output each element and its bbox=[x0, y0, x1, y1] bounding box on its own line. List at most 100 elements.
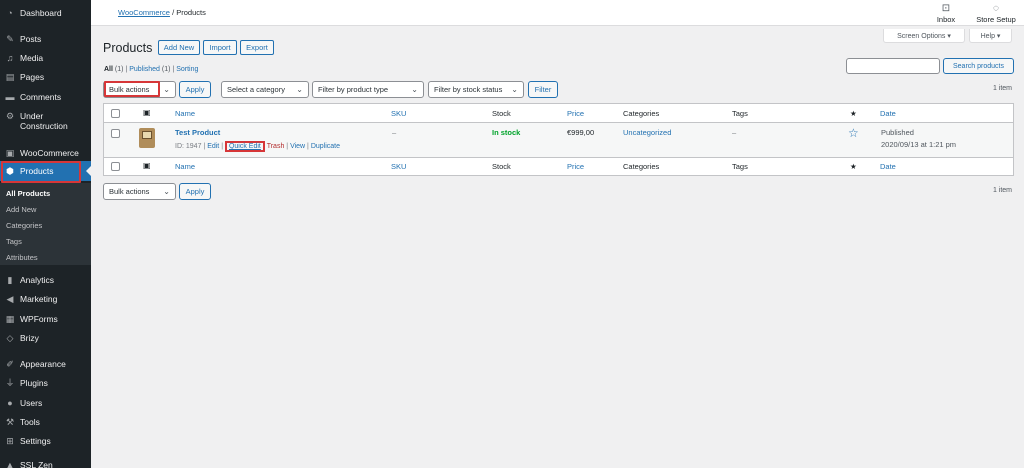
chevron-down-icon: ⌄ bbox=[511, 85, 518, 94]
bulk-actions-select-bottom[interactable]: Bulk actions ⌄ bbox=[103, 183, 176, 200]
sidebar-item-marketing[interactable]: ◀ Marketing bbox=[0, 294, 91, 304]
dashboard-icon: ◔ bbox=[7, 8, 13, 18]
screen-options-button[interactable]: Screen Options ▾ bbox=[883, 29, 965, 43]
stock-status-filter-select[interactable]: Filter by stock status ⌄ bbox=[428, 81, 524, 98]
column-price[interactable]: Price bbox=[567, 109, 584, 118]
megaphone-icon: ◀ bbox=[6, 294, 14, 304]
submenu-attributes[interactable]: Attributes bbox=[6, 253, 38, 262]
filter-button[interactable]: Filter bbox=[528, 81, 558, 98]
image-column-icon: ▣ bbox=[143, 161, 151, 170]
price-value: €999,00 bbox=[567, 128, 595, 137]
select-all-checkbox[interactable] bbox=[111, 109, 120, 118]
view-published-link[interactable]: Published (1) bbox=[129, 66, 170, 73]
sku-value: – bbox=[392, 128, 397, 137]
column-name[interactable]: Name bbox=[175, 162, 195, 171]
column-stock: Stock bbox=[492, 109, 511, 118]
chevron-down-icon: ⌄ bbox=[411, 85, 418, 94]
sidebar-item-brizy[interactable]: ◇ Brizy bbox=[0, 333, 91, 343]
table-footer-row: ▣ Name SKU Stock Price Categories Tags ★… bbox=[104, 157, 1013, 175]
sidebar-item-tools[interactable]: ⚒ Tools bbox=[0, 417, 91, 427]
brizy-icon: ◇ bbox=[6, 333, 14, 343]
sidebar-item-woocommerce[interactable]: ▣ WooCommerce bbox=[0, 148, 91, 158]
plug-icon: ⏚ bbox=[5, 378, 15, 388]
products-highlight bbox=[1, 161, 81, 183]
search-products-button[interactable]: Search products bbox=[943, 58, 1014, 74]
sidebar-item-plugins[interactable]: ⏚ Plugins bbox=[0, 378, 91, 388]
column-date[interactable]: Date bbox=[880, 109, 896, 118]
export-button[interactable]: Export bbox=[240, 40, 274, 55]
featured-star-icon[interactable]: ☆ bbox=[848, 126, 859, 140]
column-tags: Tags bbox=[732, 162, 748, 171]
sidebar-item-analytics[interactable]: ▮ Analytics bbox=[0, 275, 91, 285]
sidebar-item-comments[interactable]: ▬ Comments bbox=[0, 92, 91, 102]
column-sku[interactable]: SKU bbox=[391, 109, 406, 118]
column-price[interactable]: Price bbox=[567, 162, 584, 171]
woocommerce-header: WooCommerce / Products ⊡ Inbox ◌ Store S… bbox=[91, 0, 1024, 26]
date-value: 2020/09/13 at 1:21 pm bbox=[881, 140, 957, 149]
category-filter-select[interactable]: Select a category ⌄ bbox=[221, 81, 309, 98]
inbox-button[interactable]: ⊡ Inbox bbox=[935, 3, 957, 24]
brush-icon: ✐ bbox=[6, 359, 14, 369]
inbox-icon: ⊡ bbox=[941, 3, 951, 14]
store-setup-button[interactable]: ◌ Store Setup bbox=[973, 3, 1019, 24]
sidebar-item-dashboard[interactable]: ◔ Dashboard bbox=[0, 8, 91, 18]
trash-link[interactable]: Trash bbox=[267, 143, 285, 150]
date-status: Published bbox=[881, 128, 914, 137]
media-icon: ♫ bbox=[6, 53, 14, 63]
product-thumbnail[interactable] bbox=[139, 128, 155, 148]
sidebar-item-users[interactable]: ● Users bbox=[0, 398, 91, 408]
sidebar-item-pages[interactable]: ▤ Pages bbox=[0, 72, 91, 82]
admin-sidebar: ◔ Dashboard ✎ Posts ♫ Media ▤ Pages ▬ Co… bbox=[0, 0, 91, 468]
pages-icon: ▤ bbox=[5, 72, 15, 82]
column-name[interactable]: Name bbox=[175, 109, 195, 118]
sidebar-item-ssl-zen[interactable]: ▲ SSL Zen bbox=[0, 460, 91, 468]
search-input[interactable] bbox=[846, 58, 940, 74]
wrench-icon: ⚒ bbox=[5, 417, 15, 427]
quick-edit-link[interactable]: Quick Edit bbox=[224, 141, 265, 152]
table-header-row: ▣ Name SKU Stock Price Categories Tags ★… bbox=[104, 104, 1013, 123]
user-icon: ● bbox=[7, 398, 13, 408]
sidebar-item-posts[interactable]: ✎ Posts bbox=[0, 34, 91, 44]
row-checkbox[interactable] bbox=[111, 129, 120, 138]
sidebar-item-under-construction[interactable]: ⚙ Under Construction bbox=[0, 111, 91, 131]
column-featured-star-icon[interactable]: ★ bbox=[850, 109, 857, 118]
pin-icon: ✎ bbox=[6, 34, 14, 44]
form-icon: ▦ bbox=[5, 314, 15, 324]
import-button[interactable]: Import bbox=[203, 40, 237, 55]
product-type-filter-select[interactable]: Filter by product type ⌄ bbox=[312, 81, 424, 98]
sidebar-item-media[interactable]: ♫ Media bbox=[0, 53, 91, 63]
view-link[interactable]: View bbox=[290, 143, 305, 150]
apply-button-top[interactable]: Apply bbox=[179, 81, 211, 98]
sidebar-item-settings[interactable]: ⊞ Settings bbox=[0, 436, 91, 446]
sidebar-item-appearance[interactable]: ✐ Appearance bbox=[0, 359, 91, 369]
column-sku[interactable]: SKU bbox=[391, 162, 406, 171]
category-link[interactable]: Uncategorized bbox=[623, 128, 671, 137]
edit-link[interactable]: Edit bbox=[207, 143, 219, 150]
settings-icon: ⊞ bbox=[6, 436, 14, 446]
gear-icon: ⚙ bbox=[5, 111, 15, 121]
products-table: ▣ Name SKU Stock Price Categories Tags ★… bbox=[103, 103, 1014, 176]
submenu-tags[interactable]: Tags bbox=[6, 237, 22, 246]
duplicate-link[interactable]: Duplicate bbox=[311, 143, 340, 150]
tags-value: – bbox=[732, 128, 737, 137]
view-sorting-link[interactable]: Sorting bbox=[176, 66, 198, 73]
status-filter-links: All (1) | Published (1) | Sorting bbox=[104, 66, 199, 73]
submenu-categories[interactable]: Categories bbox=[6, 221, 42, 230]
submenu-add-new[interactable]: Add New bbox=[6, 205, 36, 214]
view-all-link[interactable]: All (1) bbox=[104, 66, 123, 73]
submenu-all-products[interactable]: All Products bbox=[6, 189, 50, 198]
row-actions: ID: 1947 | Edit | Quick Edit Trash | Vie… bbox=[175, 141, 341, 152]
column-featured-star-icon[interactable]: ★ bbox=[850, 162, 857, 171]
products-submenu: All Products Add New Categories Tags Att… bbox=[0, 183, 91, 265]
bulk-actions-highlight bbox=[104, 81, 160, 97]
product-name-link[interactable]: Test Product bbox=[175, 128, 220, 137]
column-categories: Categories bbox=[623, 109, 660, 118]
apply-button-bottom[interactable]: Apply bbox=[179, 183, 211, 200]
sidebar-item-wpforms[interactable]: ▦ WPForms bbox=[0, 314, 91, 324]
breadcrumb-woocommerce-link[interactable]: WooCommerce bbox=[118, 8, 170, 17]
help-button[interactable]: Help ▾ bbox=[969, 29, 1012, 43]
select-all-checkbox-footer[interactable] bbox=[111, 162, 120, 171]
column-categories: Categories bbox=[623, 162, 660, 171]
add-new-button[interactable]: Add New bbox=[158, 40, 200, 55]
column-date[interactable]: Date bbox=[880, 162, 896, 171]
